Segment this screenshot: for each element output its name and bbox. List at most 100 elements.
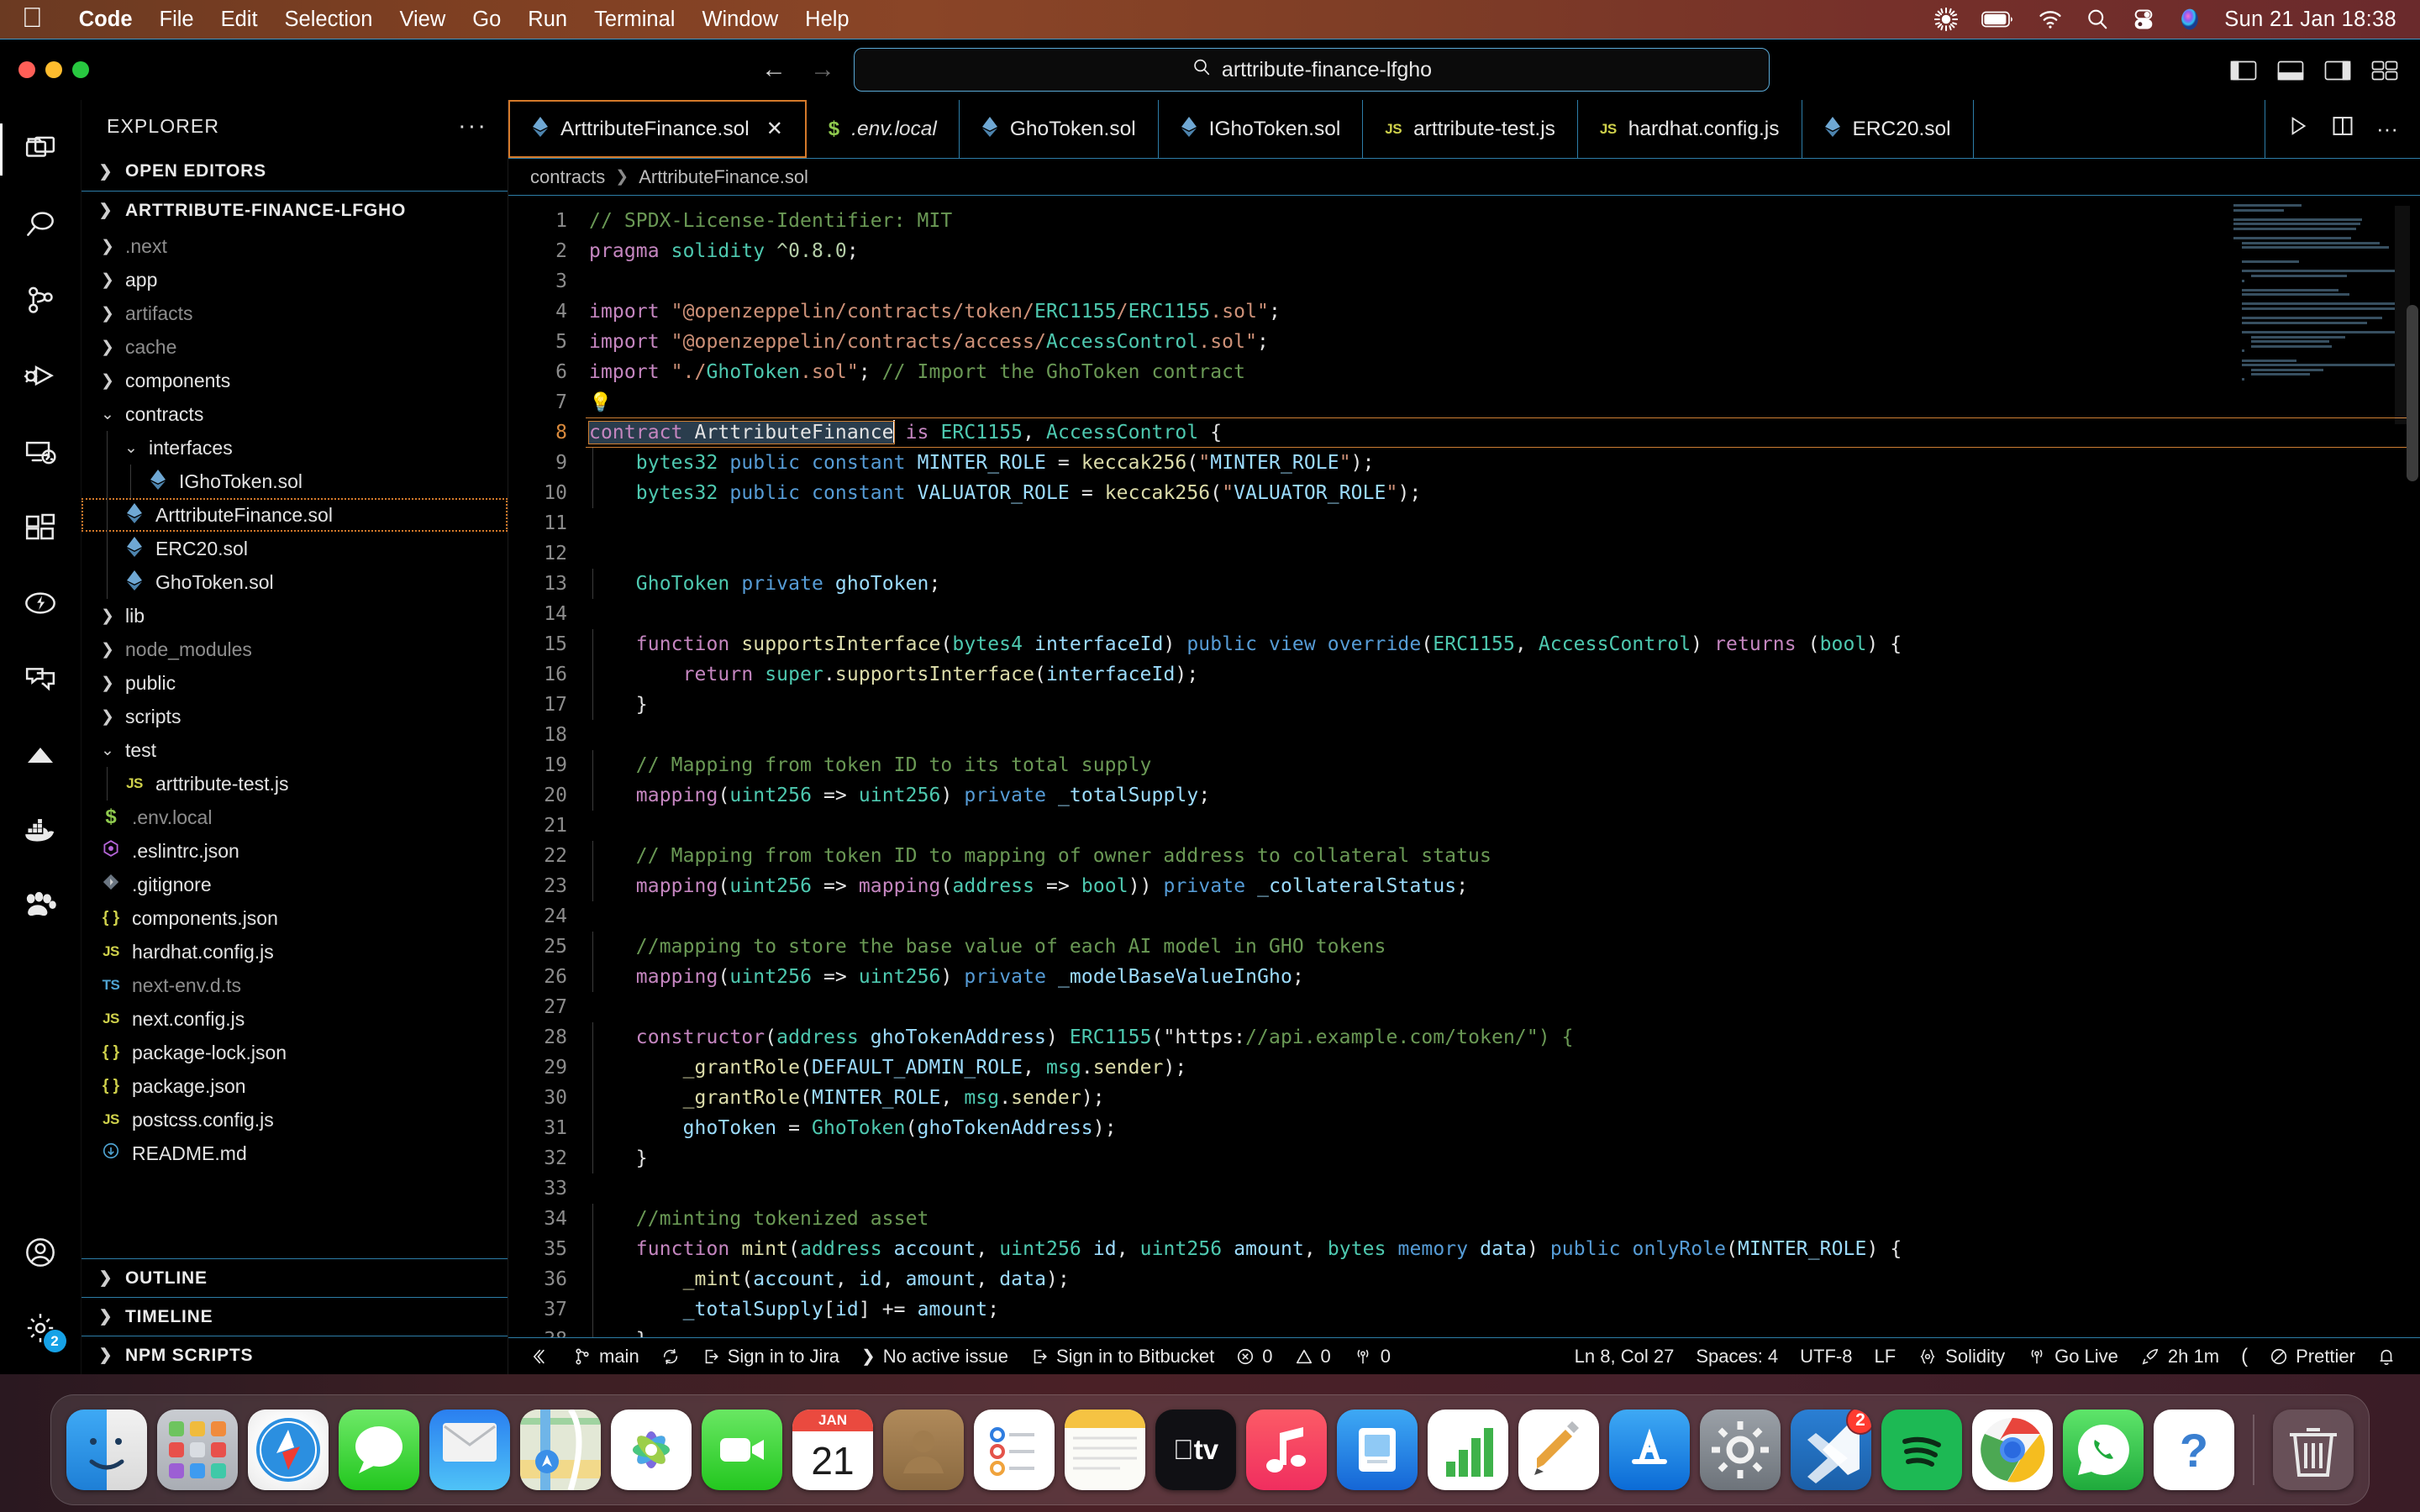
- run-icon[interactable]: [2287, 114, 2309, 144]
- status-branch[interactable]: main: [562, 1346, 650, 1368]
- code-line[interactable]: mapping(uint256 => uint256) private _tot…: [586, 780, 2420, 811]
- code-line[interactable]: [586, 811, 2420, 841]
- chevron-right-icon[interactable]: ❯: [97, 707, 118, 727]
- code-line[interactable]: [586, 266, 2420, 297]
- chevron-down-icon[interactable]: ⌄: [97, 741, 118, 760]
- code-line[interactable]: mapping(uint256 => mapping(address => bo…: [586, 871, 2420, 901]
- dock-item-help[interactable]: ?: [2154, 1410, 2234, 1490]
- dock-item-mail[interactable]: [429, 1410, 510, 1490]
- menu-item-go[interactable]: Go: [459, 8, 514, 32]
- sidebar-item-thunder-client[interactable]: [0, 565, 82, 641]
- more-actions-icon[interactable]: ···: [458, 113, 487, 140]
- code-line[interactable]: _grantRole(DEFAULT_ADMIN_ROLE, msg.sende…: [586, 1053, 2420, 1083]
- dock-item-vscode[interactable]: 2: [1791, 1410, 1871, 1490]
- dock-item-numbers[interactable]: [1428, 1410, 1508, 1490]
- status-remote-window[interactable]: [522, 1347, 562, 1366]
- code-line[interactable]: mapping(uint256 => uint256) private _mod…: [586, 962, 2420, 992]
- chevron-right-icon[interactable]: ❯: [97, 674, 118, 693]
- control-center-icon[interactable]: [2132, 8, 2155, 31]
- split-editor-icon[interactable]: [2331, 114, 2354, 144]
- code-line[interactable]: bytes32 public constant VALUATOR_ROLE = …: [586, 478, 2420, 508]
- dock-item-whatsapp[interactable]: [2063, 1410, 2144, 1490]
- code-line[interactable]: [586, 720, 2420, 750]
- status-jira[interactable]: Sign in to Jira: [691, 1346, 850, 1368]
- tree-item-hardhat-config-js[interactable]: JS hardhat.config.js: [82, 935, 508, 969]
- code-line[interactable]: 💡: [586, 387, 2420, 417]
- dock-item-maps[interactable]: [520, 1410, 601, 1490]
- code-line[interactable]: //mapping to store the base value of eac…: [586, 932, 2420, 962]
- section-npm-scripts[interactable]: ❯ NPM SCRIPTS: [82, 1336, 508, 1374]
- code-line[interactable]: [586, 538, 2420, 569]
- toggle-primary-sidebar-icon[interactable]: [2230, 60, 2257, 81]
- status-go-live[interactable]: Go Live: [2016, 1346, 2129, 1368]
- status-sync[interactable]: [650, 1347, 691, 1366]
- code-line[interactable]: // Mapping from token ID to mapping of o…: [586, 841, 2420, 871]
- minimap[interactable]: [2233, 204, 2402, 448]
- status-prettier[interactable]: Prettier: [2259, 1346, 2366, 1368]
- status-ports[interactable]: 0: [1342, 1346, 1402, 1368]
- code-line[interactable]: _totalSupply[id] += amount;: [586, 1294, 2420, 1325]
- tree-item-env-local[interactable]: $ .env.local: [82, 801, 508, 834]
- code-line[interactable]: constructor(address ghoTokenAddress) ERC…: [586, 1022, 2420, 1053]
- dock-item-facetime[interactable]: [702, 1410, 782, 1490]
- status-language-mode[interactable]: Solidity: [1907, 1346, 2016, 1368]
- wifi-icon[interactable]: [2038, 9, 2063, 29]
- section-outline[interactable]: ❯ OUTLINE: [82, 1258, 508, 1297]
- sidebar-item-docker[interactable]: [0, 792, 82, 868]
- tree-item-next-config-js[interactable]: JS next.config.js: [82, 1002, 508, 1036]
- dock-item-music[interactable]: [1246, 1410, 1327, 1490]
- dock-item-notes[interactable]: [1065, 1410, 1145, 1490]
- chevron-right-icon[interactable]: ❯: [97, 371, 118, 391]
- brightness-icon[interactable]: [1933, 7, 1959, 32]
- code-line[interactable]: [586, 599, 2420, 629]
- dock-item-app-store-ipad[interactable]: [1337, 1410, 1418, 1490]
- code-line[interactable]: [586, 992, 2420, 1022]
- toggle-secondary-sidebar-icon[interactable]: [2324, 60, 2351, 81]
- sidebar-item-remote-explorer[interactable]: [0, 414, 82, 490]
- status-errors[interactable]: 0: [1225, 1346, 1283, 1368]
- status-cursor-position[interactable]: Ln 8, Col 27: [1564, 1346, 1686, 1368]
- sidebar-item-vercel[interactable]: [0, 717, 82, 792]
- dock-item-calendar[interactable]: JAN 21: [792, 1410, 873, 1490]
- code-line[interactable]: import "@openzeppelin/contracts/access/A…: [586, 327, 2420, 357]
- tree-item-artifacts[interactable]: ❯ artifacts: [82, 297, 508, 330]
- tree-item-arttribute-test-js[interactable]: JS arttribute-test.js: [82, 767, 508, 801]
- chevron-right-icon[interactable]: ❯: [97, 270, 118, 290]
- tree-item-next-env-d-ts[interactable]: TS next-env.d.ts: [82, 969, 508, 1002]
- apple-logo-icon[interactable]: : [22, 3, 43, 31]
- editor-tab-arttribute-test-js[interactable]: JS arttribute-test.js: [1363, 100, 1578, 158]
- code-line[interactable]: //minting tokenized asset: [586, 1204, 2420, 1234]
- tree-item-cache[interactable]: ❯ cache: [82, 330, 508, 364]
- dock-item-photos[interactable]: [611, 1410, 692, 1490]
- tree-item-contracts[interactable]: ⌄ contracts: [82, 397, 508, 431]
- close-window-button[interactable]: [18, 61, 35, 78]
- maximize-window-button[interactable]: [72, 61, 89, 78]
- code-line[interactable]: pragma solidity ^0.8.0;: [586, 236, 2420, 266]
- dock-item-system-settings[interactable]: [1700, 1410, 1781, 1490]
- menu-item-file[interactable]: File: [146, 8, 208, 32]
- status-warnings[interactable]: 0: [1284, 1346, 1342, 1368]
- sidebar-item-search[interactable]: [0, 187, 82, 263]
- menu-item-window[interactable]: Window: [688, 8, 792, 32]
- code-line[interactable]: import "./GhoToken.sol"; // Import the G…: [586, 357, 2420, 387]
- code-line[interactable]: function supportsInterface(bytes4 interf…: [586, 629, 2420, 659]
- code-line[interactable]: }: [586, 690, 2420, 720]
- dock-item-spotify[interactable]: [1881, 1410, 1962, 1490]
- tree-item-eslintrc-json[interactable]: .eslintrc.json: [82, 834, 508, 868]
- dock-item-app-store[interactable]: [1609, 1410, 1690, 1490]
- tree-item-package-lock-json[interactable]: { } package-lock.json: [82, 1036, 508, 1069]
- menu-item-help[interactable]: Help: [792, 8, 862, 32]
- tree-item-app[interactable]: ❯ app: [82, 263, 508, 297]
- section-timeline[interactable]: ❯ TIMELINE: [82, 1297, 508, 1336]
- code-line[interactable]: GhoToken private ghoToken;: [586, 569, 2420, 599]
- dock-item-trash[interactable]: [2273, 1410, 2354, 1490]
- code-line[interactable]: // Mapping from token ID to its total su…: [586, 750, 2420, 780]
- dock-item-launchpad[interactable]: [157, 1410, 238, 1490]
- chevron-right-icon[interactable]: ❯: [97, 338, 118, 357]
- status-bracket[interactable]: (: [2230, 1345, 2259, 1368]
- tree-item-erc20-sol[interactable]: ERC20.sol: [82, 532, 508, 565]
- code-line[interactable]: return super.supportsInterface(interface…: [586, 659, 2420, 690]
- tree-item-gitignore[interactable]: .gitignore: [82, 868, 508, 901]
- tree-item-postcss-config-js[interactable]: JS postcss.config.js: [82, 1103, 508, 1137]
- chevron-right-icon[interactable]: ❯: [97, 304, 118, 323]
